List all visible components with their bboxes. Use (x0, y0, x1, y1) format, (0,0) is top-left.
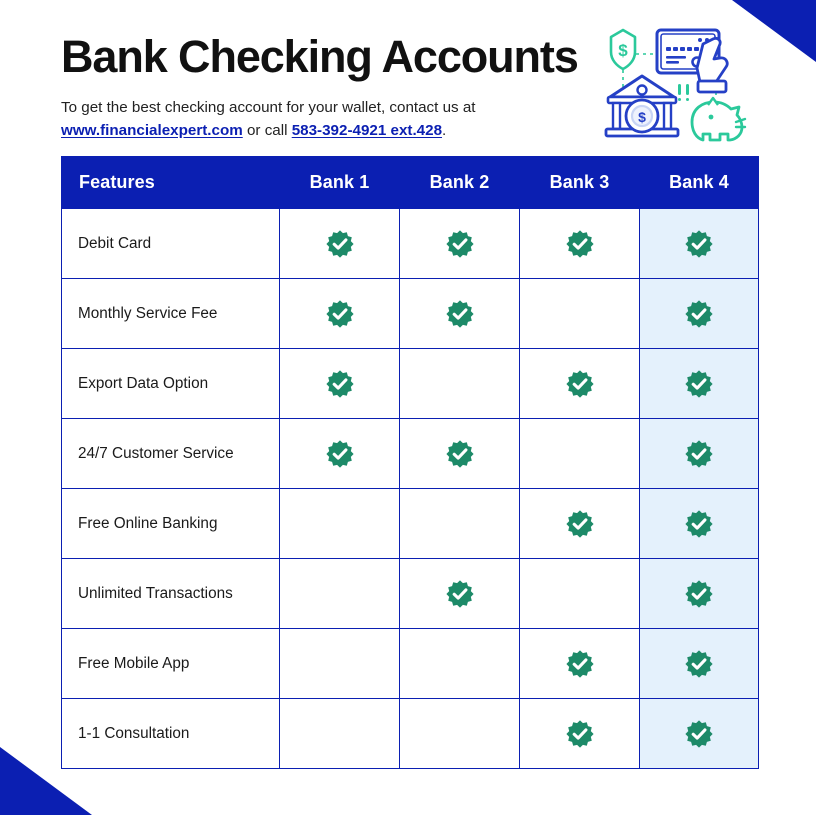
feature-label-8: 1-1 Consultation (61, 698, 280, 769)
subtitle-end: . (442, 122, 447, 140)
verified-check-badge-icon (325, 369, 354, 398)
verified-check-badge-icon (685, 649, 713, 678)
cell-row7-bank2 (399, 628, 520, 699)
cell-row1-bank4 (639, 208, 759, 279)
column-header-features: Features (61, 156, 280, 209)
infographic-page: Bank Checking Accounts To get the best c… (0, 0, 816, 815)
cell-row7-bank4 (639, 628, 759, 699)
cell-row4-bank3 (519, 418, 640, 489)
cell-row8-bank2 (399, 698, 520, 769)
table-row: Free Online Banking (61, 488, 759, 559)
table-body: Debit Card Monthly Service Fee Export Data… (61, 208, 759, 769)
feature-label-1: Debit Card (61, 208, 280, 279)
verified-check-badge-icon (685, 229, 713, 258)
cell-row2-bank1 (279, 278, 400, 349)
cell-row2-bank2 (399, 278, 520, 349)
cell-row5-bank3 (519, 488, 640, 559)
table-row: Free Mobile App (61, 628, 759, 699)
table-row: Export Data Option (61, 348, 759, 419)
subtitle-mid: or call (242, 122, 292, 140)
header-block: Bank Checking Accounts To get the best c… (61, 30, 591, 142)
cell-row6-bank1 (279, 558, 400, 629)
cell-row7-bank1 (279, 628, 400, 699)
verified-check-badge-icon (685, 299, 713, 328)
cell-row8-bank4 (639, 698, 759, 769)
feature-label-3: Export Data Option (61, 348, 280, 419)
verified-check-badge-icon (565, 649, 594, 678)
column-header-bank-4: Bank 4 (639, 156, 759, 209)
subtitle-lead: To get the best checking account for you… (61, 99, 476, 117)
cell-row8-bank1 (279, 698, 400, 769)
table-row: 1-1 Consultation (61, 698, 759, 769)
verified-check-badge-icon (445, 299, 474, 328)
column-header-bank-3: Bank 3 (519, 156, 640, 209)
banking-illustration: $ $ (600, 22, 750, 144)
feature-label-6: Unlimited Transactions (61, 558, 280, 629)
feature-label-5: Free Online Banking (61, 488, 280, 559)
cell-row5-bank4 (639, 488, 759, 559)
table-row: 24/7 Customer Service (61, 418, 759, 489)
cell-row6-bank2 (399, 558, 520, 629)
cell-row1-bank1 (279, 208, 400, 279)
cell-row4-bank2 (399, 418, 520, 489)
column-header-bank-2: Bank 2 (399, 156, 520, 209)
cell-row2-bank3 (519, 278, 640, 349)
verified-check-badge-icon (685, 579, 713, 608)
verified-check-badge-icon (685, 509, 713, 538)
cell-row3-bank2 (399, 348, 520, 419)
feature-label-4: 24/7 Customer Service (61, 418, 280, 489)
table-row: Monthly Service Fee (61, 278, 759, 349)
cell-row3-bank3 (519, 348, 640, 419)
cell-row1-bank2 (399, 208, 520, 279)
cell-row1-bank3 (519, 208, 640, 279)
table-row: Debit Card (61, 208, 759, 279)
page-title: Bank Checking Accounts (61, 31, 579, 82)
table-row: Unlimited Transactions (61, 558, 759, 629)
column-header-bank-1: Bank 1 (279, 156, 400, 209)
cell-row7-bank3 (519, 628, 640, 699)
cell-row8-bank3 (519, 698, 640, 769)
verified-check-badge-icon (565, 369, 594, 398)
cell-row4-bank4 (639, 418, 759, 489)
verified-check-badge-icon (325, 229, 354, 258)
cell-row5-bank1 (279, 488, 400, 559)
svg-text:$: $ (618, 41, 628, 60)
website-link[interactable]: www.financialexpert.com (61, 122, 243, 139)
verified-check-badge-icon (445, 439, 474, 468)
cell-row4-bank1 (279, 418, 400, 489)
svg-text:$: $ (638, 109, 646, 125)
verified-check-badge-icon (565, 509, 594, 538)
bank-comparison-table: Features Bank 1 Bank 2 Bank 3 Bank 4 Deb… (61, 156, 759, 769)
cell-row2-bank4 (639, 278, 759, 349)
verified-check-badge-icon (565, 229, 594, 258)
verified-check-badge-icon (685, 719, 713, 748)
cell-row5-bank2 (399, 488, 520, 559)
verified-check-badge-icon (685, 439, 713, 468)
verified-check-badge-icon (445, 229, 474, 258)
cell-row6-bank3 (519, 558, 640, 629)
subtitle-text: To get the best checking account for you… (61, 96, 591, 142)
cell-row6-bank4 (639, 558, 759, 629)
verified-check-badge-icon (565, 719, 594, 748)
cell-row3-bank4 (639, 348, 759, 419)
phone-link[interactable]: 583-392-4921 ext.428 (292, 122, 442, 139)
verified-check-badge-icon (445, 579, 474, 608)
verified-check-badge-icon (325, 299, 354, 328)
cell-row3-bank1 (279, 348, 400, 419)
verified-check-badge-icon (325, 439, 354, 468)
feature-label-2: Monthly Service Fee (61, 278, 280, 349)
table-header-row: Features Bank 1 Bank 2 Bank 3 Bank 4 (61, 156, 759, 209)
feature-label-7: Free Mobile App (61, 628, 280, 699)
verified-check-badge-icon (685, 369, 713, 398)
table-header: Features Bank 1 Bank 2 Bank 3 Bank 4 (61, 156, 759, 209)
